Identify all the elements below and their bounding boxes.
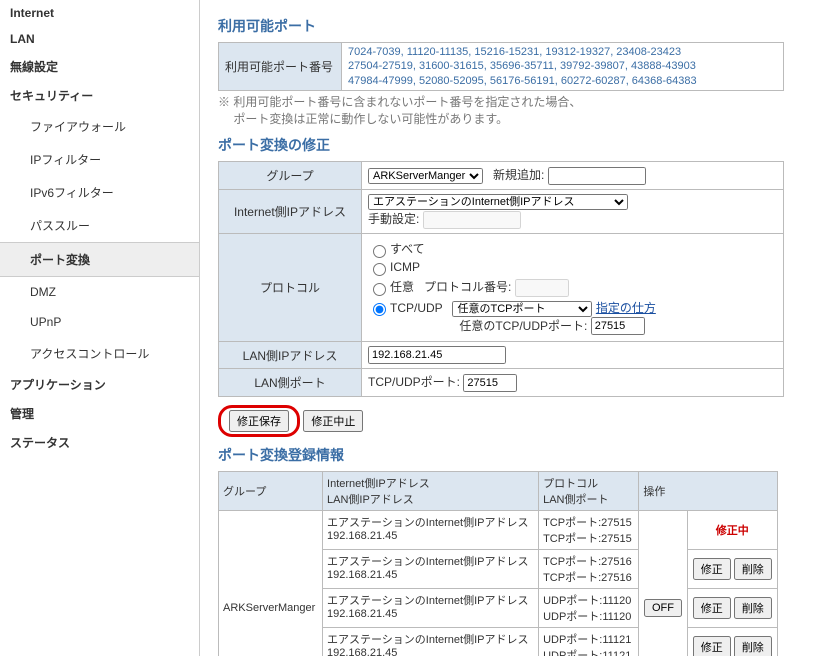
delete-button[interactable]: 削除 xyxy=(734,597,772,619)
sidebar-item-admin[interactable]: 管理 xyxy=(0,399,199,428)
reg-group-cell: ARKServerManger xyxy=(219,511,323,656)
howto-link[interactable]: 指定の仕方 xyxy=(596,301,656,315)
sidebar: Internet LAN 無線設定 セキュリティー ファイアウォール IPフィル… xyxy=(0,0,200,656)
reg-proto-cell: UDPポート:11120UDPポート:11120 xyxy=(539,589,639,628)
available-ports-table: 利用可能ポート番号 7024-7039, 11120-11135, 15216-… xyxy=(218,42,784,91)
reg-col-proto: プロトコルLAN側ポート xyxy=(539,472,639,511)
reg-col-ip: Internet側IPアドレスLAN側IPアドレス xyxy=(323,472,539,511)
proto-num-input[interactable] xyxy=(515,279,569,297)
proto-icmp-radio[interactable] xyxy=(373,263,386,276)
proto-num-label: プロトコル番号: xyxy=(424,280,511,294)
sidebar-item-security[interactable]: セキュリティー xyxy=(0,81,199,110)
cancel-button[interactable]: 修正中止 xyxy=(303,410,363,432)
proto-all-radio[interactable] xyxy=(373,245,386,258)
reg-ops-cell: 修正 削除 xyxy=(687,550,777,589)
reg-title: ポート変換登録情報 xyxy=(218,445,813,465)
reg-proto-cell: UDPポート:11121UDPポート:11121 xyxy=(539,628,639,656)
reg-ip-cell: エアステーションのInternet側IPアドレス192.168.21.45 xyxy=(323,511,539,550)
wanip-label: Internet側IPアドレス xyxy=(219,189,362,233)
available-ports-values: 7024-7039, 11120-11135, 15216-15231, 193… xyxy=(342,43,784,91)
delete-button[interactable]: 削除 xyxy=(734,636,772,656)
anyport-label: 任意のTCP/UDPポート: xyxy=(459,319,587,333)
anyport-input[interactable] xyxy=(591,317,645,335)
lanip-label: LAN側IPアドレス xyxy=(219,342,362,369)
edit-button[interactable]: 修正 xyxy=(693,558,731,580)
protocol-label: プロトコル xyxy=(219,233,362,341)
sidebar-item-application[interactable]: アプリケーション xyxy=(0,370,199,399)
manual-label: 手動設定: xyxy=(368,212,419,226)
sidebar-item-internet[interactable]: Internet xyxy=(0,0,199,26)
sidebar-item-ipfilter[interactable]: IPフィルター xyxy=(0,143,199,176)
wanip-manual-input[interactable] xyxy=(423,211,521,229)
edit-button[interactable]: 修正 xyxy=(693,636,731,656)
edit-button[interactable]: 修正 xyxy=(693,597,731,619)
reg-ops-cell: 修正 削除 xyxy=(687,589,777,628)
available-ports-note: ※ 利用可能ポート番号に含まれないポート番号を指定された場合、 ポート変換は正常… xyxy=(218,93,813,127)
reg-table: グループ Internet側IPアドレスLAN側IPアドレス プロトコルLAN側… xyxy=(218,471,778,656)
proto-tcpudp-radio[interactable] xyxy=(373,303,386,316)
reg-ops-cell: 修正 削除 xyxy=(687,628,777,656)
reg-proto-cell: TCPポート:27515TCPポート:27515 xyxy=(539,511,639,550)
edit-form: グループ ARKServerManger 新規追加: Internet側IPアド… xyxy=(218,161,784,397)
reg-ip-cell: エアステーションのInternet側IPアドレス192.168.21.45 xyxy=(323,628,539,656)
sidebar-item-status[interactable]: ステータス xyxy=(0,428,199,457)
group-select[interactable]: ARKServerManger xyxy=(368,168,483,184)
reg-proto-cell: TCPポート:27516TCPポート:27516 xyxy=(539,550,639,589)
sidebar-item-passthrough[interactable]: パススルー xyxy=(0,209,199,242)
available-ports-label: 利用可能ポート番号 xyxy=(219,43,342,91)
sidebar-item-lan[interactable]: LAN xyxy=(0,26,199,52)
reg-ops-cell: 修正中 xyxy=(687,511,777,550)
lanport-input[interactable] xyxy=(463,374,517,392)
lanport-prefix: TCP/UDPポート: xyxy=(368,375,460,389)
edit-title: ポート変換の修正 xyxy=(218,135,813,155)
reg-ip-cell: エアステーションのInternet側IPアドレス192.168.21.45 xyxy=(323,550,539,589)
new-group-input[interactable] xyxy=(548,167,646,185)
save-button[interactable]: 修正保存 xyxy=(229,410,289,432)
sidebar-item-wireless[interactable]: 無線設定 xyxy=(0,52,199,81)
wanip-select[interactable]: エアステーションのInternet側IPアドレス xyxy=(368,194,628,210)
tcpudp-select[interactable]: 任意のTCPポート xyxy=(452,301,592,317)
new-group-label: 新規追加: xyxy=(493,168,544,182)
proto-any-radio[interactable] xyxy=(373,283,386,296)
sidebar-item-access[interactable]: アクセスコントロール xyxy=(0,337,199,370)
sidebar-item-dmz[interactable]: DMZ xyxy=(0,277,199,307)
off-button[interactable]: OFF xyxy=(644,599,682,617)
reg-off-cell: OFF xyxy=(639,511,687,656)
sidebar-item-firewall[interactable]: ファイアウォール xyxy=(0,110,199,143)
reg-col-group: グループ xyxy=(219,472,323,511)
sidebar-item-ipv6filter[interactable]: IPv6フィルター xyxy=(0,176,199,209)
lanip-input[interactable] xyxy=(368,346,506,364)
sidebar-item-portforward[interactable]: ポート変換 xyxy=(0,242,199,277)
sidebar-item-upnp[interactable]: UPnP xyxy=(0,307,199,337)
delete-button[interactable]: 削除 xyxy=(734,558,772,580)
group-label: グループ xyxy=(219,161,362,189)
reg-col-ops: 操作 xyxy=(639,472,778,511)
save-highlight: 修正保存 xyxy=(218,405,300,437)
editing-label: 修正中 xyxy=(716,525,749,537)
reg-ip-cell: エアステーションのInternet側IPアドレス192.168.21.45 xyxy=(323,589,539,628)
lanport-label: LAN側ポート xyxy=(219,369,362,397)
main-content: 利用可能ポート 利用可能ポート番号 7024-7039, 11120-11135… xyxy=(200,0,813,656)
available-ports-title: 利用可能ポート xyxy=(218,16,813,36)
